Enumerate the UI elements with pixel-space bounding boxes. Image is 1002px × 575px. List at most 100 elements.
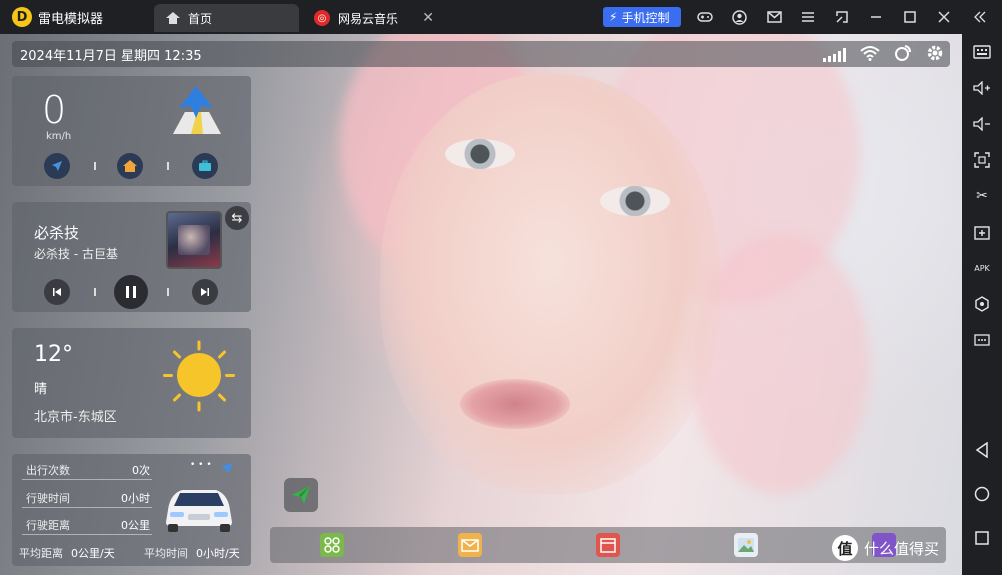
wallpaper-lips [460,379,570,429]
wallpaper-eye [445,139,515,169]
trip-label: 行驶时间 [26,492,70,505]
keyboard-icon[interactable] [972,42,992,62]
lightning-icon: ⚡ [609,10,618,24]
separator [167,162,169,170]
shake-hexagon-icon[interactable] [972,294,992,314]
previous-button[interactable] [44,279,70,305]
leidian-logo-icon: D [12,7,32,27]
tab-home[interactable]: 首页 [154,4,299,32]
watermark: 值 什么值得买 [832,533,1002,563]
back-icon[interactable] [972,440,992,460]
separator [167,288,169,296]
volume-up-icon[interactable] [972,78,992,98]
tab-netease-music[interactable]: ◎ 网易云音乐 ✕ [302,4,442,32]
temperature: 12° [34,342,73,367]
apk-install-icon[interactable]: APK [972,258,992,278]
avg-distance-label: 平均距离 [19,547,63,560]
location-signal-icon [894,44,912,66]
settings-icon[interactable] [926,44,944,66]
song-subtitle: 必杀技 - 古巨基 [34,247,118,261]
trip-value: 0次 [132,464,150,477]
home-icon [123,160,137,172]
mail-app-icon[interactable] [458,533,482,557]
home-icon [166,12,180,24]
status-bar: 2024年11月7日 星期四 12:35 [12,41,950,67]
minimize-icon[interactable] [868,9,884,25]
wallpaper-face [380,74,720,494]
android-home-icon[interactable] [972,484,992,504]
weather-city: 北京市-东城区 [34,410,117,425]
tab-label: 首页 [188,11,213,26]
add-app-icon[interactable] [972,222,992,242]
datetime: 2024年11月7日 星期四 12:35 [20,48,202,64]
separator [94,162,96,170]
screenshot-icon[interactable] [972,150,992,170]
send-app-shortcut[interactable] [284,478,318,512]
trip-label: 出行次数 [26,464,70,477]
work-button[interactable] [192,153,218,179]
gamepad-icon[interactable] [697,9,713,25]
pause-button[interactable] [114,275,148,309]
menu-icon[interactable] [800,9,816,25]
wifi-icon [860,45,880,65]
maximize-icon[interactable] [902,9,918,25]
previous-icon [53,288,61,296]
navigate-button[interactable] [44,153,70,179]
gallery-app-icon[interactable] [734,533,758,557]
collapse-icon[interactable] [972,9,988,25]
next-icon [201,288,209,296]
app-brand: D 雷电模拟器 [0,0,150,34]
watermark-text: 什么值得买 [864,539,940,558]
volume-down-icon[interactable] [972,114,992,134]
hand-control-label: 手机控制 [621,10,670,25]
avg-distance-value: 0公里/天 [71,547,115,560]
avg-time-value: 0小时/天 [196,547,240,560]
close-tab-icon[interactable]: ✕ [422,10,434,26]
pause-icon [126,286,136,298]
more-dots-icon[interactable]: • • • [190,460,212,470]
mail-icon[interactable] [766,9,782,25]
calendar-app-icon[interactable] [596,533,620,557]
song-title: 必杀技 [34,224,80,242]
user-icon[interactable] [731,9,747,25]
app-grid-icon[interactable] [320,533,344,557]
trip-label: 行驶距离 [26,519,70,532]
speed-value: 0 [42,88,67,132]
more-options-icon[interactable] [972,330,992,350]
next-button[interactable] [192,279,218,305]
work-briefcase-icon [199,160,211,171]
emulator-sidebar: ✂ APK [962,34,1002,575]
weather-condition: 晴 [34,382,48,397]
android-screen: 2024年11月7日 星期四 12:35 0 km/h 必杀技 必杀技 - 古巨… [0,34,962,575]
separator [94,288,96,296]
album-cover[interactable] [166,211,222,269]
title-bar: D 雷电模拟器 首页 ◎ 网易云音乐 ✕ ⚡ 手机控制 [0,0,1002,34]
scissors-icon[interactable]: ✂ [972,186,992,206]
navigation-widget[interactable]: 0 km/h [12,76,251,186]
hand-control-button[interactable]: ⚡ 手机控制 [603,7,681,27]
switch-source-button[interactable]: ⇆ [225,206,249,230]
map-navigation-icon[interactable] [167,84,225,142]
fullscreen-toggle-icon[interactable] [834,9,850,25]
speed-unit: km/h [46,131,72,142]
trip-row: 行驶距离 0公里 [22,511,152,535]
paper-plane-icon [292,486,310,504]
weather-widget[interactable]: 12° 晴 北京市-东城区 [12,328,251,438]
watermark-logo: 值 [832,535,858,561]
car-icon [166,490,232,532]
trip-stats-widget[interactable]: 出行次数 0次 行驶时间 0小时 行驶距离 0公里 平均距离 0公里/天 平均时… [12,454,251,566]
navigate-icon [52,161,62,171]
trip-value: 0小时 [121,492,150,505]
wallpaper-eye [600,186,670,216]
close-icon[interactable] [936,9,952,25]
trip-value: 0公里 [121,519,150,532]
music-widget[interactable]: 必杀技 必杀技 - 古巨基 ⇆ [12,202,251,312]
navigate-icon [221,463,233,473]
signal-icon [823,48,846,62]
home-button[interactable] [117,153,143,179]
trip-row: 行驶时间 0小时 [22,484,152,508]
status-icons [823,44,944,66]
netease-music-icon: ◎ [314,10,330,26]
avg-time-label: 平均时间 [144,547,188,560]
swap-icon: ⇆ [231,210,243,226]
